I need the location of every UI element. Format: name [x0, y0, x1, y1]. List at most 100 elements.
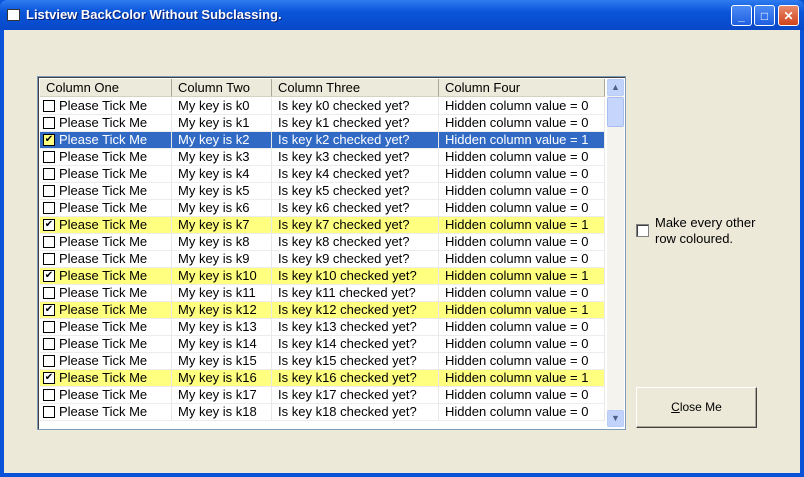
row-checkbox[interactable]	[43, 287, 55, 299]
cell-column-one[interactable]: Please Tick Me	[40, 98, 172, 115]
scroll-up-icon[interactable]: ▲	[607, 79, 624, 96]
cell-c4: Hidden column value = 0	[439, 115, 605, 132]
table-row[interactable]: Please Tick Me My key is k14 Is key k14 ch…	[40, 336, 605, 353]
close-accel: C	[671, 400, 680, 414]
cell-column-one[interactable]: Please Tick Me	[40, 234, 172, 251]
table-row[interactable]: ✔ Please Tick Me My key is k12 Is key k12 c…	[40, 302, 605, 319]
cell-column-one[interactable]: Please Tick Me	[40, 200, 172, 217]
cell-column-one[interactable]: ✔ Please Tick Me	[40, 268, 172, 285]
maximize-button[interactable]: □	[754, 5, 775, 26]
table-row[interactable]: Please Tick Me My key is k15 Is key k15 ch…	[40, 353, 605, 370]
cell-c4: Hidden column value = 1	[439, 370, 605, 387]
minimize-button[interactable]: _	[731, 5, 752, 26]
table-row[interactable]: Please Tick Me My key is k13 Is key k13 ch…	[40, 319, 605, 336]
cell-column-one[interactable]: Please Tick Me	[40, 115, 172, 132]
column-header-one[interactable]: Column One	[40, 79, 172, 97]
cell-column-one[interactable]: ✔ Please Tick Me	[40, 217, 172, 234]
row-checkbox[interactable]	[43, 168, 55, 180]
table-row[interactable]: Please Tick Me My key is k9 Is key k9 chec…	[40, 251, 605, 268]
cell-c4: Hidden column value = 0	[439, 149, 605, 166]
table-row[interactable]: ✔ Please Tick Me My key is k2 Is key k2 che…	[40, 132, 605, 149]
row-label: Please Tick Me	[59, 183, 148, 198]
column-header-three[interactable]: Column Three	[272, 79, 439, 97]
row-checkbox[interactable]: ✔	[43, 304, 55, 316]
table-row[interactable]: Please Tick Me My key is k4 Is key k4 chec…	[40, 166, 605, 183]
table-row[interactable]: Please Tick Me My key is k6 Is key k6 chec…	[40, 200, 605, 217]
row-label: Please Tick Me	[59, 285, 148, 300]
table-row[interactable]: Please Tick Me My key is k18 Is key k18 ch…	[40, 404, 605, 421]
cell-column-one[interactable]: ✔ Please Tick Me	[40, 370, 172, 387]
cell-column-one[interactable]: Please Tick Me	[40, 251, 172, 268]
cell-c2: My key is k2	[172, 132, 272, 149]
cell-c3: Is key k5 checked yet?	[272, 183, 439, 200]
cell-c3: Is key k1 checked yet?	[272, 115, 439, 132]
row-checkbox[interactable]: ✔	[43, 219, 55, 231]
cell-c4: Hidden column value = 0	[439, 200, 605, 217]
title-bar[interactable]: Listview BackColor Without Subclassing. …	[0, 0, 804, 30]
table-row[interactable]: Please Tick Me My key is k8 Is key k8 chec…	[40, 234, 605, 251]
row-checkbox[interactable]	[43, 355, 55, 367]
table-row[interactable]: Please Tick Me My key is k17 Is key k17 ch…	[40, 387, 605, 404]
row-checkbox[interactable]	[43, 389, 55, 401]
row-checkbox[interactable]	[43, 406, 55, 418]
column-header-two[interactable]: Column Two	[172, 79, 272, 97]
cell-column-one[interactable]: Please Tick Me	[40, 319, 172, 336]
cell-column-one[interactable]: ✔ Please Tick Me	[40, 302, 172, 319]
alternate-rows-checkbox[interactable]: Make every other row coloured.	[636, 215, 775, 247]
cell-c3: Is key k11 checked yet?	[272, 285, 439, 302]
cell-c2: My key is k10	[172, 268, 272, 285]
row-label: Please Tick Me	[59, 166, 148, 181]
row-checkbox[interactable]: ✔	[43, 372, 55, 384]
cell-column-one[interactable]: Please Tick Me	[40, 353, 172, 370]
cell-c2: My key is k0	[172, 98, 272, 115]
cell-c4: Hidden column value = 0	[439, 183, 605, 200]
cell-c4: Hidden column value = 0	[439, 404, 605, 421]
table-row[interactable]: ✔ Please Tick Me My key is k10 Is key k10 c…	[40, 268, 605, 285]
cell-c2: My key is k12	[172, 302, 272, 319]
checkbox-box[interactable]	[636, 224, 649, 237]
close-window-button[interactable]: ✕	[778, 5, 799, 26]
cell-column-one[interactable]: Please Tick Me	[40, 404, 172, 421]
cell-column-one[interactable]: Please Tick Me	[40, 183, 172, 200]
row-checkbox[interactable]: ✔	[43, 270, 55, 282]
row-checkbox[interactable]	[43, 202, 55, 214]
row-checkbox[interactable]	[43, 236, 55, 248]
row-label: Please Tick Me	[59, 319, 148, 334]
list-view[interactable]: Column One Column Two Column Three Colum…	[37, 76, 626, 430]
row-label: Please Tick Me	[59, 149, 148, 164]
row-checkbox[interactable]	[43, 253, 55, 265]
row-checkbox[interactable]	[43, 151, 55, 163]
scroll-down-icon[interactable]: ▼	[607, 410, 624, 427]
table-row[interactable]: Please Tick Me My key is k5 Is key k5 chec…	[40, 183, 605, 200]
cell-column-one[interactable]: Please Tick Me	[40, 387, 172, 404]
cell-c4: Hidden column value = 0	[439, 285, 605, 302]
column-header-four[interactable]: Column Four	[439, 79, 605, 97]
table-row[interactable]: Please Tick Me My key is k0 Is key k0 chec…	[40, 98, 605, 115]
row-checkbox[interactable]	[43, 185, 55, 197]
row-checkbox[interactable]: ✔	[43, 134, 55, 146]
table-row[interactable]: Please Tick Me My key is k3 Is key k3 chec…	[40, 149, 605, 166]
app-icon[interactable]	[7, 9, 20, 21]
table-row[interactable]: ✔ Please Tick Me My key is k16 Is key k16 c…	[40, 370, 605, 387]
cell-column-one[interactable]: ✔ Please Tick Me	[40, 132, 172, 149]
client-area: Column One Column Two Column Three Colum…	[4, 30, 800, 473]
row-checkbox[interactable]	[43, 321, 55, 333]
table-row[interactable]: ✔ Please Tick Me My key is k7 Is key k7 che…	[40, 217, 605, 234]
cell-column-one[interactable]: Please Tick Me	[40, 336, 172, 353]
close-me-button[interactable]: Close Me	[636, 387, 757, 428]
window-title: Listview BackColor Without Subclassing.	[26, 7, 282, 22]
cell-column-one[interactable]: Please Tick Me	[40, 149, 172, 166]
row-checkbox[interactable]	[43, 338, 55, 350]
cell-c2: My key is k4	[172, 166, 272, 183]
table-row[interactable]: Please Tick Me My key is k1 Is key k1 chec…	[40, 115, 605, 132]
row-label: Please Tick Me	[59, 234, 148, 249]
table-row[interactable]: Please Tick Me My key is k11 Is key k11 ch…	[40, 285, 605, 302]
scroll-thumb[interactable]	[607, 97, 624, 127]
row-checkbox[interactable]	[43, 100, 55, 112]
cell-c3: Is key k8 checked yet?	[272, 234, 439, 251]
row-checkbox[interactable]	[43, 117, 55, 129]
row-label: Please Tick Me	[59, 268, 148, 283]
vertical-scrollbar[interactable]: ▲ ▼	[607, 79, 624, 427]
cell-column-one[interactable]: Please Tick Me	[40, 166, 172, 183]
cell-column-one[interactable]: Please Tick Me	[40, 285, 172, 302]
